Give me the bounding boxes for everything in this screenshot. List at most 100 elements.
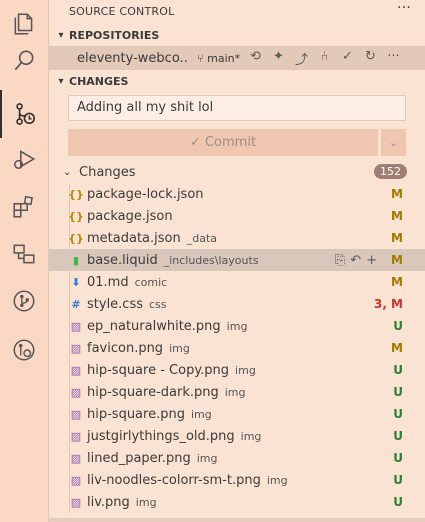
remote-explorer-button[interactable] [0, 230, 48, 278]
commit-button[interactable]: ✓ Commit [68, 129, 378, 156]
branch-name: main* [207, 51, 241, 65]
discard-changes-icon[interactable]: ↶ [350, 253, 361, 268]
file-directory: _data [186, 231, 217, 245]
file-name: package-lock.json [87, 186, 204, 202]
file-name: lined_paper.png [87, 450, 191, 466]
changed-file-row[interactable]: ⬇ 01.md comic M [49, 271, 425, 293]
sparkle-icon[interactable]: ✦ [270, 49, 287, 68]
changed-file-row[interactable]: ▮ base.liquid _includes\layouts ⎘ ↶ + M [49, 249, 425, 271]
file-name: hip-square.png [87, 406, 185, 422]
remote-icon [13, 244, 35, 264]
changed-file-row[interactable]: ▨ lined_paper.png img U [49, 447, 425, 469]
file-name: liv-noodles-colorr-sm-t.png [87, 472, 261, 488]
git-status-badge: U [393, 363, 403, 377]
changed-file-row[interactable]: ▨ ep_naturalwhite.png img U [49, 315, 425, 337]
changed-file-row[interactable]: ▨ hip-square - Copy.png img U [49, 359, 425, 381]
file-type-icon: ▨ [70, 407, 82, 421]
changed-file-row[interactable]: {} package.json M [49, 205, 425, 227]
file-type-icon: ▮ [72, 253, 80, 267]
file-directory: img [240, 429, 262, 443]
file-directory: img [235, 363, 256, 377]
changed-file-row[interactable]: ▨ hip-square-dark.png img U [49, 381, 425, 403]
file-type-icon: # [71, 297, 81, 311]
file-type-icon: ▨ [70, 341, 82, 355]
git-graph-button[interactable] [0, 277, 48, 325]
file-row-actions: ⎘ ↶ + [335, 253, 377, 268]
file-name: ep_naturalwhite.png [87, 318, 221, 334]
git-status-badge: 3, M [373, 297, 403, 311]
commit-check-icon[interactable]: ✓ [339, 49, 356, 68]
chevron-down-icon: ▾ [58, 75, 64, 87]
file-directory: img [224, 385, 246, 399]
search-button[interactable] [0, 37, 48, 85]
repositories-title: REPOSITORIES [69, 28, 160, 42]
file-name: 01.md [87, 274, 129, 290]
branch-indicator[interactable]: ⑂ main* [197, 52, 240, 65]
changed-file-row[interactable]: {} metadata.json _data M [49, 227, 425, 249]
changed-files-list: {} package-lock.json M{} package.json M{} met… [49, 183, 425, 513]
source-control-button[interactable] [0, 90, 48, 138]
changes-group-header[interactable]: ⌄ Changes 152 [49, 161, 425, 183]
chevron-down-icon: ▾ [58, 29, 64, 41]
file-directory: img [169, 341, 190, 355]
changed-file-row[interactable]: ▨ hip-square.png img U [49, 403, 425, 425]
git-status-badge: U [393, 385, 403, 399]
git-status-badge: U [393, 407, 403, 421]
changes-label: Changes [79, 164, 136, 180]
git-status-badge: M [391, 253, 403, 267]
commit-message-input[interactable]: Adding all my shit lol [68, 95, 406, 121]
repository-actions: ⟲ ✦ ⤴ ⑃ ✓ ↻ ··· [247, 49, 402, 68]
changed-file-row[interactable]: ▨ favicon.png img M [49, 337, 425, 359]
file-type-icon: {} [68, 209, 84, 223]
source-control-icon [16, 103, 36, 125]
changed-file-row[interactable]: ▨ justgirlythings_old.png img U [49, 425, 425, 447]
git-status-badge: M [391, 275, 403, 289]
extensions-button[interactable] [0, 183, 48, 231]
pull-requests-button[interactable] [0, 326, 48, 374]
file-type-icon: ▨ [70, 385, 82, 399]
file-name: base.liquid [87, 252, 158, 268]
changes-section-title: CHANGES [69, 74, 129, 88]
git-status-badge: U [393, 319, 403, 333]
file-name: package.json [87, 208, 173, 224]
git-graph-icon [13, 290, 35, 312]
file-name: style.css [87, 296, 143, 312]
file-type-icon: ▨ [70, 473, 82, 487]
repo-more-icon[interactable]: ··· [385, 49, 402, 68]
git-status-badge: U [393, 473, 403, 487]
changes-section-header[interactable]: ▾ CHANGES [49, 70, 425, 92]
sync-icon[interactable]: ⟲ [247, 49, 264, 68]
repositories-section-header[interactable]: ▾ REPOSITORIES [49, 24, 425, 46]
file-directory: img [196, 451, 218, 465]
file-directory: img [266, 473, 288, 487]
pull-request-create-icon[interactable]: ⤴ [293, 49, 310, 68]
commit-dropdown-button[interactable]: ⌄ [380, 129, 406, 156]
file-directory: img [190, 407, 212, 421]
stage-changes-icon[interactable]: + [366, 253, 377, 268]
run-debug-icon [14, 150, 36, 169]
open-file-icon[interactable]: ⎘ [335, 253, 345, 268]
horizontal-scrollbar[interactable] [49, 518, 425, 522]
run-debug-button[interactable] [0, 135, 48, 183]
more-actions-icon[interactable]: ··· [397, 0, 411, 16]
repository-name: eleventy-webco... [77, 50, 187, 66]
merge-icon[interactable]: ⑃ [316, 49, 333, 68]
panel-header: SOURCE CONTROL ··· [49, 0, 425, 22]
file-type-icon: ▨ [70, 429, 82, 443]
file-directory: img [226, 319, 248, 333]
search-icon [14, 50, 34, 71]
branch-icon: ⑂ [197, 51, 204, 65]
changed-file-row[interactable]: {} package-lock.json M [49, 183, 425, 205]
panel-title: SOURCE CONTROL [69, 4, 175, 18]
repository-row[interactable]: eleventy-webco... ⑂ main* ⟲ ✦ ⤴ ⑃ ✓ ↻ ··… [49, 46, 425, 70]
changed-file-row[interactable]: ▨ liv.png img U [49, 491, 425, 513]
files-icon [14, 13, 33, 35]
changed-file-row[interactable]: ▨ liv-noodles-colorr-sm-t.png img U [49, 469, 425, 491]
file-directory: comic [134, 275, 168, 289]
file-type-icon: {} [68, 187, 84, 201]
file-type-icon: ▨ [70, 319, 82, 333]
git-status-badge: M [391, 209, 403, 223]
file-type-icon: ▨ [70, 495, 82, 509]
refresh-icon[interactable]: ↻ [362, 49, 379, 68]
changed-file-row[interactable]: # style.css css 3, M [49, 293, 425, 315]
